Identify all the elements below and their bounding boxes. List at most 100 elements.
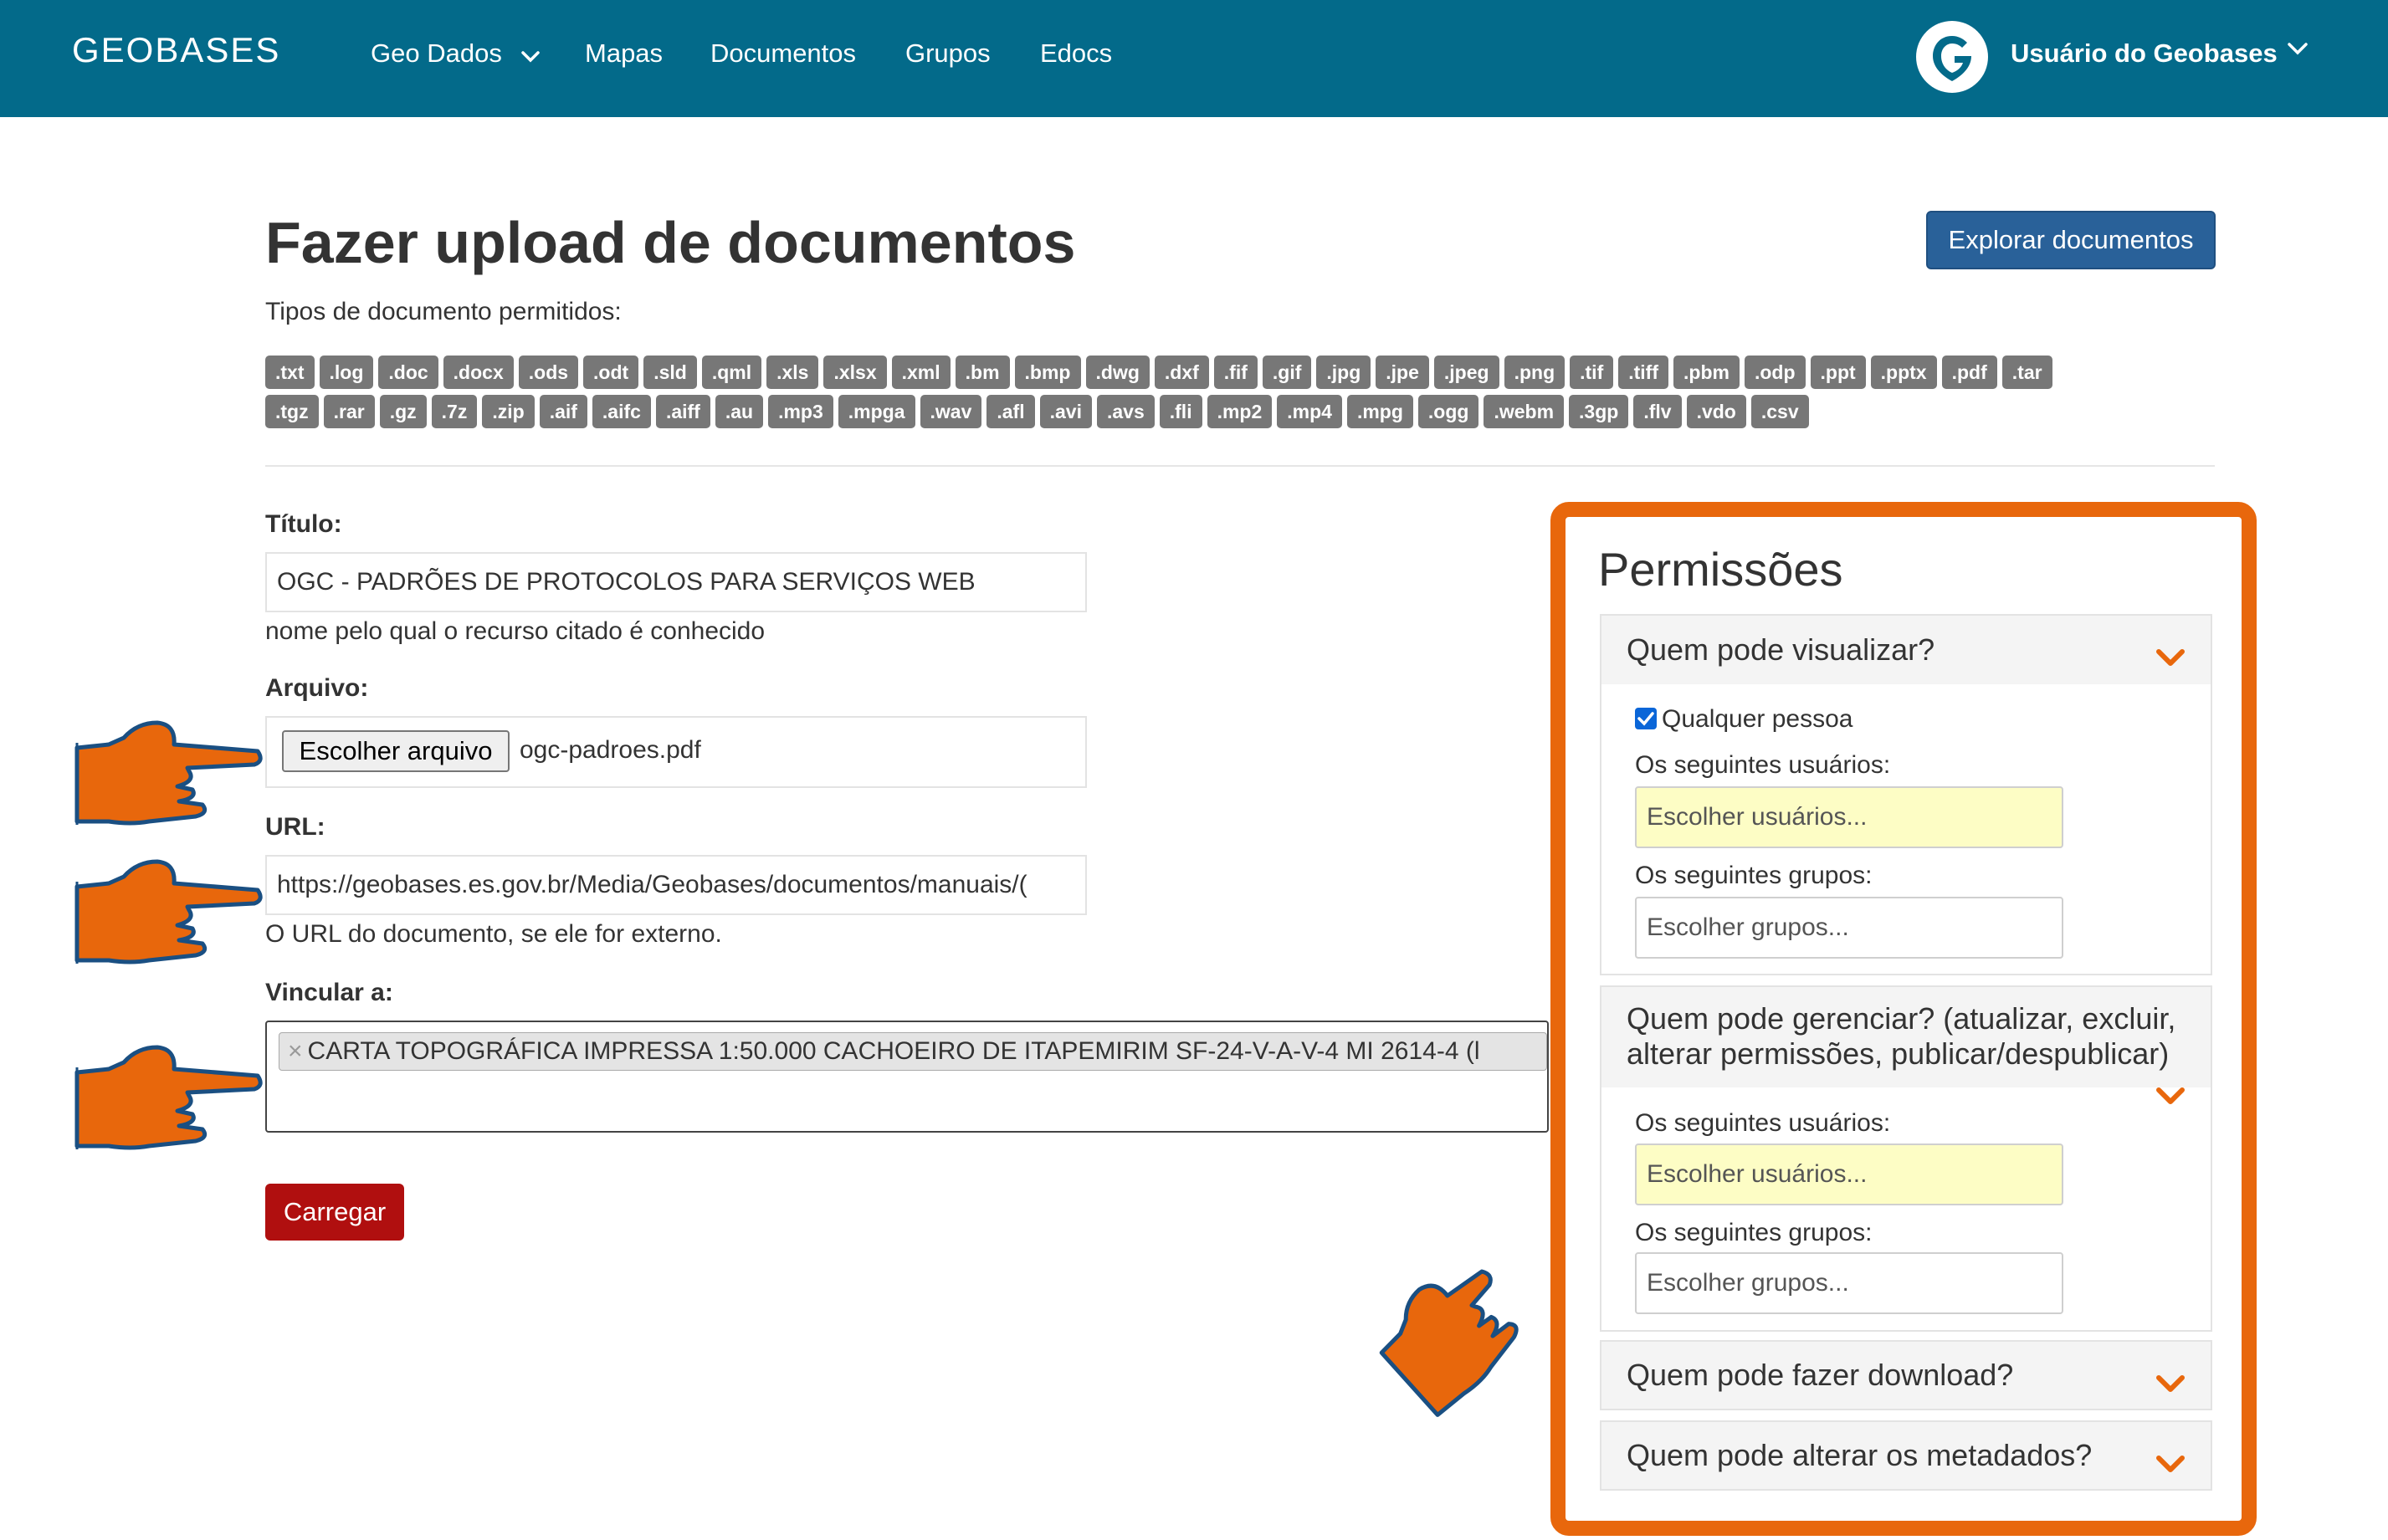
file-type-tag: .mp2 — [1207, 395, 1273, 428]
linked-resource-chip: × CARTA TOPOGRÁFICA IMPRESSA 1:50.000 CAC… — [279, 1032, 1547, 1071]
file-type-tag: .txt — [265, 356, 315, 389]
permissions-title: Permissões — [1598, 543, 1843, 596]
metadata-permissions-header[interactable]: Quem pode alterar os metadados? — [1601, 1422, 2211, 1489]
file-type-tag: .afl — [986, 395, 1035, 428]
file-type-tag: .log — [319, 356, 374, 389]
file-type-tag: .tgz — [265, 395, 319, 428]
title-input[interactable]: OGC - PADRÕES DE PROTOCOLOS PARA SERVIÇO… — [265, 552, 1087, 612]
chevron-down-icon — [2155, 641, 2186, 676]
upload-submit-button[interactable]: Carregar — [265, 1184, 404, 1241]
pointing-hand-icon — [74, 859, 263, 964]
file-type-tag: .avs — [1096, 395, 1155, 428]
metadata-permissions-panel: Quem pode alterar os metadados? — [1600, 1420, 2212, 1491]
file-type-tag: .dwg — [1085, 356, 1150, 389]
anyone-checkbox[interactable] — [1635, 708, 1657, 729]
view-groups-input[interactable]: Escolher grupos... — [1635, 897, 2063, 959]
nav-mapas[interactable]: Mapas — [585, 38, 663, 69]
file-type-tag: .mp3 — [768, 395, 833, 428]
file-type-tag: .flv — [1633, 395, 1682, 428]
file-type-tag: .avi — [1039, 395, 1092, 428]
file-label: Arquivo: — [265, 674, 369, 702]
file-type-tag: .jpeg — [1433, 356, 1499, 389]
chevron-down-icon[interactable] — [2287, 42, 2309, 61]
manage-users-label: Os seguintes usuários: — [1635, 1109, 1891, 1137]
file-type-tag: .doc — [378, 356, 438, 389]
file-type-tag: .tif — [1570, 356, 1614, 389]
pointing-hand-icon — [1379, 1269, 1519, 1417]
file-type-tag: .gz — [379, 395, 427, 428]
manage-groups-label: Os seguintes grupos: — [1635, 1219, 1873, 1246]
pointing-hand-icon — [74, 720, 263, 826]
url-input[interactable]: https://geobases.es.gov.br/Media/Geobase… — [265, 855, 1087, 915]
chevron-down-icon — [2155, 1367, 2186, 1402]
file-type-tag: .fli — [1159, 395, 1202, 428]
view-users-input[interactable]: Escolher usuários... — [1635, 786, 2063, 848]
file-type-tag: .ppt — [1810, 356, 1866, 389]
file-type-tag: .dxf — [1154, 356, 1209, 389]
file-type-tag: .odt — [583, 356, 639, 389]
download-permissions-header[interactable]: Quem pode fazer download? — [1601, 1342, 2211, 1409]
file-type-tag: .zip — [482, 395, 535, 428]
download-permissions-panel: Quem pode fazer download? — [1600, 1340, 2212, 1410]
nav-grupos[interactable]: Grupos — [905, 38, 991, 69]
page-title: Fazer upload de documentos — [265, 210, 1076, 275]
file-type-tag: .pbm — [1673, 356, 1740, 389]
linked-resource-label: CARTA TOPOGRÁFICA IMPRESSA 1:50.000 CACH… — [307, 1037, 1480, 1065]
file-type-tag: .pdf — [1941, 356, 1997, 389]
manage-groups-input[interactable]: Escolher grupos... — [1635, 1252, 2063, 1314]
file-type-tag: .csv — [1750, 395, 1809, 428]
file-type-tag: .pptx — [1870, 356, 1937, 389]
divider — [265, 465, 2215, 467]
file-type-tag: .vdo — [1686, 395, 1746, 428]
file-type-tag: .rar — [323, 395, 375, 428]
file-type-tag: .jpg — [1316, 356, 1371, 389]
selected-file-name: ogc-padroes.pdf — [520, 736, 701, 764]
view-groups-label: Os seguintes grupos: — [1635, 862, 1873, 889]
file-type-tag: .ogg — [1417, 395, 1479, 428]
file-type-tag: .gif — [1262, 356, 1312, 389]
file-type-tag: .7z — [431, 395, 478, 428]
geobases-g-icon — [1933, 36, 1971, 81]
file-type-tag: .fif — [1213, 356, 1258, 389]
file-type-tag: .jpe — [1376, 356, 1429, 389]
file-type-tag: .docx — [443, 356, 514, 389]
file-type-tag: .3gp — [1569, 395, 1629, 428]
choose-file-button[interactable]: Escolher arquivo — [282, 730, 510, 772]
manage-permissions-header[interactable]: Quem pode gerenciar? (atualizar, excluir… — [1601, 987, 2211, 1104]
nav-documentos[interactable]: Documentos — [710, 38, 856, 69]
user-menu-name[interactable]: Usuário do Geobases — [2011, 38, 2278, 69]
file-type-tag: .aifc — [592, 395, 651, 428]
user-avatar[interactable] — [1916, 21, 1988, 93]
chevron-down-icon — [2155, 1447, 2186, 1482]
file-type-tag: .bm — [955, 356, 1010, 389]
file-type-tag: .xls — [766, 356, 819, 389]
file-type-tag: .mpga — [838, 395, 915, 428]
nav-geo-dados-label: Geo Dados — [371, 38, 502, 68]
view-permissions-header[interactable]: Quem pode visualizar? — [1601, 616, 2211, 684]
brand-logo[interactable]: GEOBASES — [72, 30, 280, 70]
link-select[interactable]: × CARTA TOPOGRÁFICA IMPRESSA 1:50.000 CAC… — [265, 1021, 1549, 1133]
file-type-tag: .png — [1504, 356, 1566, 389]
view-permissions-heading: Quem pode visualizar? — [1627, 632, 1935, 667]
nav-geo-dados[interactable]: Geo Dados — [371, 38, 541, 70]
allowed-types-label: Tipos de documento permitidos: — [265, 298, 622, 325]
url-help: O URL do documento, se ele for externo. — [265, 920, 722, 948]
nav-edocs[interactable]: Edocs — [1040, 38, 1112, 69]
manage-users-input[interactable]: Escolher usuários... — [1635, 1143, 2063, 1205]
checkmark-icon — [1637, 712, 1654, 726]
file-type-tag: .mpg — [1346, 395, 1413, 428]
title-label: Título: — [265, 510, 342, 538]
pointing-hand-icon — [74, 1045, 263, 1150]
file-type-tag: .au — [715, 395, 764, 428]
title-help: nome pelo qual o recurso citado é conhec… — [265, 617, 766, 645]
allowed-types-list: .txt .log .doc .docx .ods .odt .sld .qml .xls .xl… — [265, 356, 2215, 434]
view-users-label: Os seguintes usuários: — [1635, 751, 1891, 779]
file-type-tag: .qml — [701, 356, 762, 389]
chip-remove-icon[interactable]: × — [288, 1037, 303, 1065]
file-type-tag: .bmp — [1014, 356, 1081, 389]
manage-heading-line1: Quem pode gerenciar? (atualizar, excluir… — [1627, 1001, 2176, 1036]
manage-heading-line2: alterar permissões, publicar/despublicar… — [1627, 1036, 2170, 1071]
explore-documents-button[interactable]: Explorar documentos — [1926, 211, 2216, 269]
top-navbar: GEOBASES Geo Dados Mapas Documentos Grup… — [0, 0, 2388, 117]
url-label: URL: — [265, 813, 325, 841]
